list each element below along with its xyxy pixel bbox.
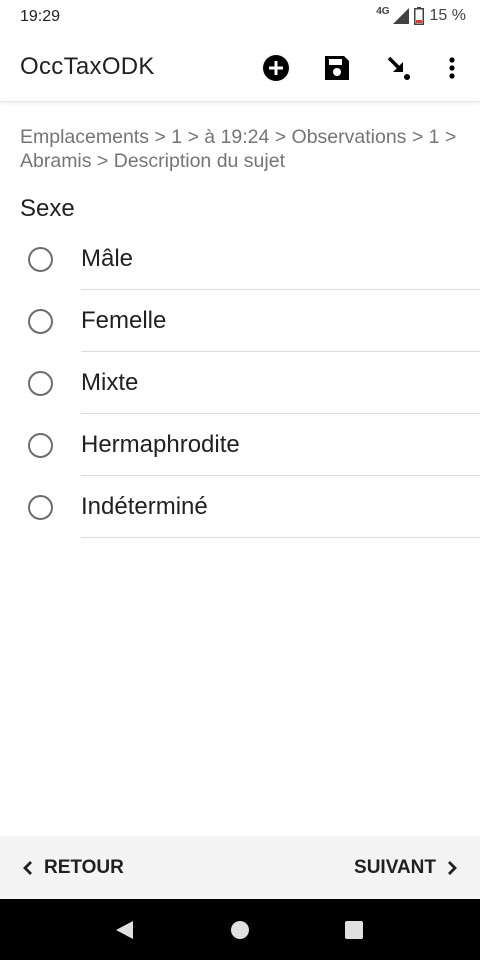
- finish-arrow-icon: [387, 56, 410, 80]
- back-button[interactable]: RETOUR: [22, 836, 124, 899]
- next-label: SUIVANT: [354, 856, 436, 878]
- home-circle-icon[interactable]: [229, 919, 251, 941]
- status-bar: 19:29 4G 15 %: [0, 0, 480, 34]
- divider: [81, 537, 480, 538]
- option-label: Mixte: [81, 369, 139, 396]
- status-icons: 4G 15 %: [376, 5, 466, 27]
- back-label: RETOUR: [44, 856, 124, 878]
- option-label: Hermaphrodite: [81, 431, 240, 458]
- radio-button[interactable]: [28, 433, 53, 458]
- finish-form-button[interactable]: [383, 52, 415, 84]
- radio-button[interactable]: [28, 495, 53, 520]
- chevron-left-icon: [23, 860, 32, 875]
- option-male[interactable]: Mâle: [0, 228, 480, 290]
- option-female[interactable]: Femelle: [0, 290, 480, 352]
- app-bar: OccTaxODK: [0, 34, 480, 102]
- app-title: OccTaxODK: [20, 53, 155, 80]
- status-time: 19:29: [20, 8, 61, 25]
- radio-button[interactable]: [28, 371, 53, 396]
- breadcrumb: Emplacements > 1 > à 19:24 > Observation…: [20, 126, 457, 172]
- question-label: Sexe: [20, 195, 75, 222]
- option-label: Indéterminé: [81, 493, 208, 520]
- overflow-menu-button[interactable]: [436, 52, 468, 84]
- next-button[interactable]: SUIVANT: [354, 836, 458, 899]
- battery-icon: [413, 7, 424, 25]
- back-triangle-icon[interactable]: [113, 919, 135, 941]
- recent-apps-icon[interactable]: [343, 919, 365, 941]
- option-label: Femelle: [81, 307, 167, 334]
- option-undetermined[interactable]: Indéterminé: [0, 476, 480, 538]
- save-icon: [325, 56, 349, 80]
- battery-percent: 15 %: [429, 7, 466, 24]
- radio-group: Mâle Femelle Mixte Hermaphrodite Indéter…: [0, 228, 480, 538]
- add-circle-icon: [263, 55, 289, 81]
- more-vert-icon: [449, 57, 455, 79]
- radio-button[interactable]: [28, 309, 53, 334]
- option-mixed[interactable]: Mixte: [0, 352, 480, 414]
- signal-icon: [392, 8, 409, 24]
- option-hermaphrodite[interactable]: Hermaphrodite: [0, 414, 480, 476]
- option-label: Mâle: [81, 245, 134, 272]
- chevron-right-icon: [448, 860, 457, 875]
- network-type: 4G: [376, 6, 390, 17]
- save-button[interactable]: [321, 52, 353, 84]
- form-navigation-bar: RETOUR SUIVANT: [0, 836, 480, 899]
- add-repeat-button[interactable]: [260, 52, 292, 84]
- radio-button[interactable]: [28, 247, 53, 272]
- system-navigation-bar: [0, 899, 480, 960]
